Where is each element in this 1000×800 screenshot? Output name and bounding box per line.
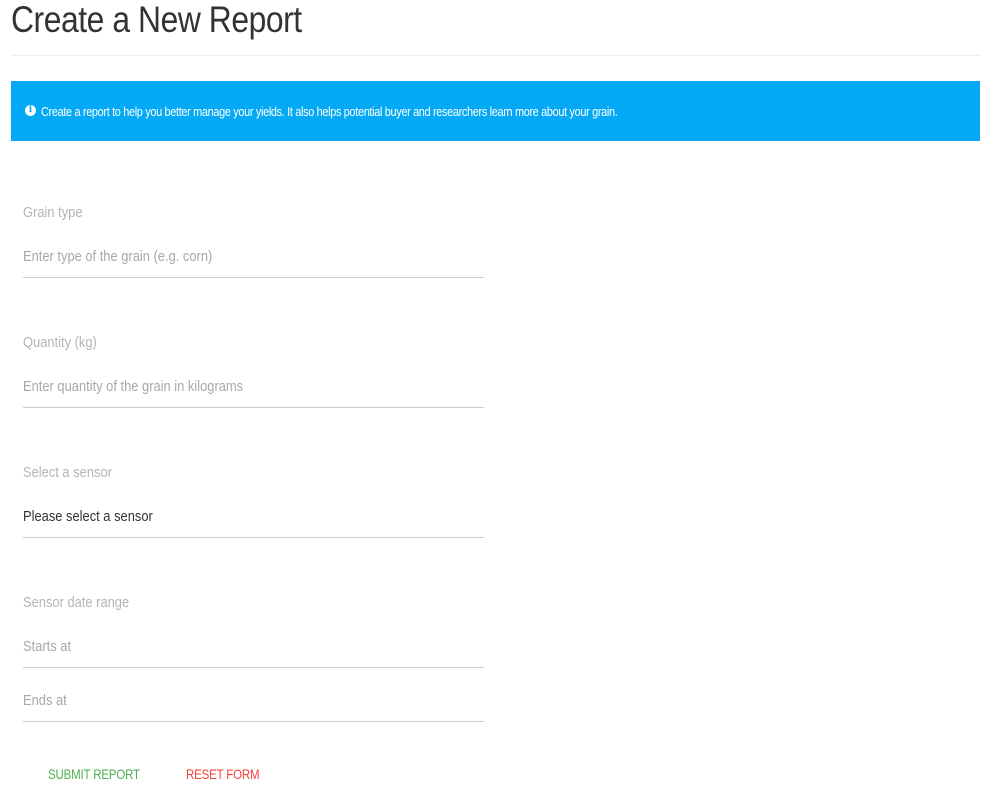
reset-form-button[interactable]: RESET FORM bbox=[186, 766, 260, 782]
grain-type-placeholder: Enter type of the grain (e.g. corn) bbox=[23, 248, 213, 265]
ends-at-placeholder: Ends at bbox=[23, 692, 67, 709]
grain-type-input[interactable]: Enter type of the grain (e.g. corn) bbox=[23, 246, 484, 278]
info-icon: i bbox=[25, 105, 36, 116]
submit-report-button[interactable]: SUBMIT REPORT bbox=[48, 766, 140, 782]
info-banner-text: Create a report to help you better manag… bbox=[41, 103, 618, 119]
quantity-input[interactable]: Enter quantity of the grain in kilograms bbox=[23, 376, 484, 408]
sensor-selected-value: Please select a sensor bbox=[23, 508, 153, 525]
starts-at-input[interactable]: Starts at bbox=[23, 636, 484, 668]
info-banner: i Create a report to help you better man… bbox=[11, 81, 980, 141]
sensor-label: Select a sensor bbox=[23, 464, 112, 481]
ends-at-input[interactable]: Ends at bbox=[23, 690, 484, 722]
date-range-label: Sensor date range bbox=[23, 594, 130, 611]
quantity-label: Quantity (kg) bbox=[23, 334, 97, 351]
grain-type-label: Grain type bbox=[23, 204, 83, 221]
title-divider bbox=[11, 55, 980, 56]
sensor-select[interactable]: Please select a sensor bbox=[23, 506, 484, 538]
starts-at-placeholder: Starts at bbox=[23, 638, 72, 655]
quantity-placeholder: Enter quantity of the grain in kilograms bbox=[23, 378, 244, 395]
page-title: Create a New Report bbox=[11, 0, 302, 40]
